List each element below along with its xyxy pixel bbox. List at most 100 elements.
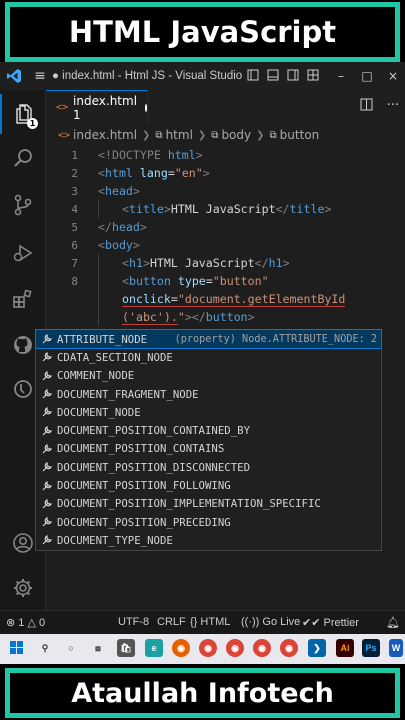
tab-label: index.html 1 [73, 93, 138, 122]
code-line-wrap[interactable]: onclick="document.getElementById [46, 290, 405, 308]
line-number: 3 [71, 184, 78, 198]
chevron-right-icon: ❯ [197, 129, 207, 141]
suggestion-item[interactable]: ATTRIBUTE_NODE (property) Node.ATTRIBUTE… [35, 328, 382, 350]
code-line[interactable]: 7 <h1>HTML JavaScript</h1> [46, 254, 405, 272]
code-line[interactable]: 2 <html lang="en"> [46, 164, 405, 182]
code-line[interactable]: 8 <button type="button" [46, 272, 405, 290]
suggestion-item[interactable]: DOCUMENT_POSITION_IMPLEMENTATION_SPECIFI… [36, 495, 381, 513]
hamburger-menu-icon[interactable]: ≡ [28, 68, 52, 84]
windows-start-icon[interactable] [8, 639, 26, 657]
element-icon: ⧉ [269, 129, 277, 141]
property-icon [40, 424, 53, 437]
intellisense-suggest-widget: ATTRIBUTE_NODE (property) Node.ATTRIBUTE… [35, 328, 382, 551]
search-icon[interactable] [0, 138, 46, 178]
warning-icon: △ [27, 617, 36, 629]
tab-index-html[interactable]: <> index.html 1 [46, 90, 148, 124]
breadcrumb: <> index.html ❯ ⧉ html ❯ ⧉ body ❯ ⧉ butt… [46, 124, 405, 146]
notifications-bell-icon[interactable]: 🔔︎ [386, 616, 400, 629]
chrome-profile-icon[interactable]: ◉ [226, 639, 244, 657]
extensions-icon[interactable] [0, 279, 46, 319]
suggestion-item[interactable]: COMMENT_NODE [36, 367, 381, 385]
chevron-right-icon: ❯ [256, 129, 265, 141]
toggle-panel-icon[interactable] [263, 69, 283, 84]
chrome-profile-icon[interactable]: ◉ [280, 639, 298, 657]
split-editor-icon[interactable] [360, 98, 373, 115]
code-line[interactable]: 4 <title>HTML JavaScript</title> [46, 200, 405, 218]
window-title: ● index.html - Html JS - Visual Studio .… [52, 70, 243, 82]
braces-icon: {} [190, 616, 198, 628]
explorer-icon[interactable]: 1 [0, 94, 46, 134]
line-number: 4 [71, 202, 78, 216]
illustrator-icon[interactable]: Ai [336, 639, 354, 657]
word-icon[interactable]: W [389, 639, 403, 657]
eol-indicator[interactable]: CRLF [157, 616, 186, 628]
suggestion-item[interactable]: CDATA_SECTION_NODE [36, 348, 381, 366]
line-number: 6 [71, 238, 78, 252]
close-button[interactable]: × [383, 69, 403, 83]
search-icon[interactable]: ⚲ [36, 639, 54, 657]
toggle-primary-sidebar-icon[interactable] [243, 69, 263, 84]
code-line[interactable]: 6 <body> [46, 236, 405, 254]
suggestion-item[interactable]: DOCUMENT_POSITION_CONTAINS [36, 440, 381, 458]
suggestion-item[interactable]: DOCUMENT_FRAGMENT_NODE [36, 385, 381, 403]
breadcrumb-html[interactable]: html [166, 128, 193, 142]
code-line[interactable]: 3 <head> [46, 182, 405, 200]
suggestion-item[interactable]: DOCUMENT_POSITION_DISCONNECTED [36, 458, 381, 476]
line-number: 5 [71, 220, 78, 234]
element-icon: ⧉ [211, 129, 219, 141]
bottom-banner: Ataullah Infotech [5, 668, 400, 718]
double-check-icon: ✔✔ [302, 617, 321, 629]
line-number: 8 [71, 274, 78, 288]
problems-indicator[interactable]: ⊗ 1 △ 0 [6, 616, 45, 629]
prettier-indicator[interactable]: ✔✔ Prettier [302, 616, 359, 629]
top-banner-text: HTML JavaScript [68, 15, 337, 49]
html-file-icon: <> [58, 129, 71, 141]
chevron-right-icon: ❯ [142, 129, 151, 141]
top-banner: HTML JavaScript [5, 2, 400, 62]
vscode-taskbar-icon[interactable]: ❯ [308, 639, 326, 657]
language-indicator[interactable]: {} HTML [190, 616, 230, 628]
go-live-button[interactable]: ((·)) Go Live [241, 616, 300, 628]
suggestion-item[interactable]: DOCUMENT_TYPE_NODE [36, 531, 381, 549]
property-icon [40, 497, 53, 510]
line-number: 2 [71, 166, 78, 180]
firefox-icon[interactable]: ◉ [172, 639, 190, 657]
chrome-icon[interactable]: ◉ [199, 639, 217, 657]
property-icon [40, 479, 53, 492]
property-icon [40, 406, 53, 419]
minimize-button[interactable]: – [331, 69, 351, 83]
edge-icon[interactable]: e [145, 639, 163, 657]
photoshop-icon[interactable]: Ps [362, 639, 380, 657]
toggle-secondary-sidebar-icon[interactable] [283, 69, 303, 84]
property-icon [40, 388, 53, 401]
suggestion-item[interactable]: DOCUMENT_POSITION_CONTAINED_BY [36, 422, 381, 440]
suggestion-item[interactable]: DOCUMENT_POSITION_PRECEDING [36, 513, 381, 531]
chrome-profile-icon[interactable]: ◉ [253, 639, 271, 657]
breadcrumb-file[interactable]: index.html [73, 128, 137, 142]
store-icon[interactable]: 🛍︎ [117, 639, 135, 657]
suggestion-item[interactable]: DOCUMENT_POSITION_FOLLOWING [36, 476, 381, 494]
property-icon [40, 442, 53, 455]
encoding-indicator[interactable]: UTF-8 [118, 616, 149, 628]
restore-button[interactable]: □ [357, 69, 377, 83]
manage-gear-icon[interactable] [0, 568, 46, 608]
editor-tab-bar: <> index.html 1 ··· [46, 90, 405, 124]
error-icon: ⊗ [6, 617, 16, 629]
element-icon: ⧉ [155, 129, 163, 141]
unsaved-dot-icon[interactable] [145, 103, 147, 112]
breadcrumb-button[interactable]: button [280, 128, 320, 142]
code-line[interactable]: 5 </head> [46, 218, 405, 236]
windows-taskbar: ⚲ ○ ⧈ 🛍︎ e ◉ ◉ ◉ ◉ ◉ ❯ Ai Ps W [0, 634, 405, 664]
more-actions-icon[interactable]: ··· [387, 98, 399, 115]
property-icon [40, 369, 53, 382]
suggestion-item[interactable]: DOCUMENT_NODE [36, 403, 381, 421]
customize-layout-icon[interactable] [303, 69, 323, 84]
run-debug-icon[interactable] [0, 233, 46, 273]
code-line-wrap[interactable]: ('abc')."></button> [46, 308, 405, 326]
source-control-icon[interactable] [0, 185, 46, 225]
breadcrumb-body[interactable]: body [221, 128, 251, 142]
task-view-icon[interactable]: ⧈ [89, 639, 107, 657]
cortana-icon[interactable]: ○ [62, 639, 80, 657]
code-line[interactable]: 1 <!DOCTYPE html> [46, 146, 405, 164]
property-icon [40, 333, 53, 346]
